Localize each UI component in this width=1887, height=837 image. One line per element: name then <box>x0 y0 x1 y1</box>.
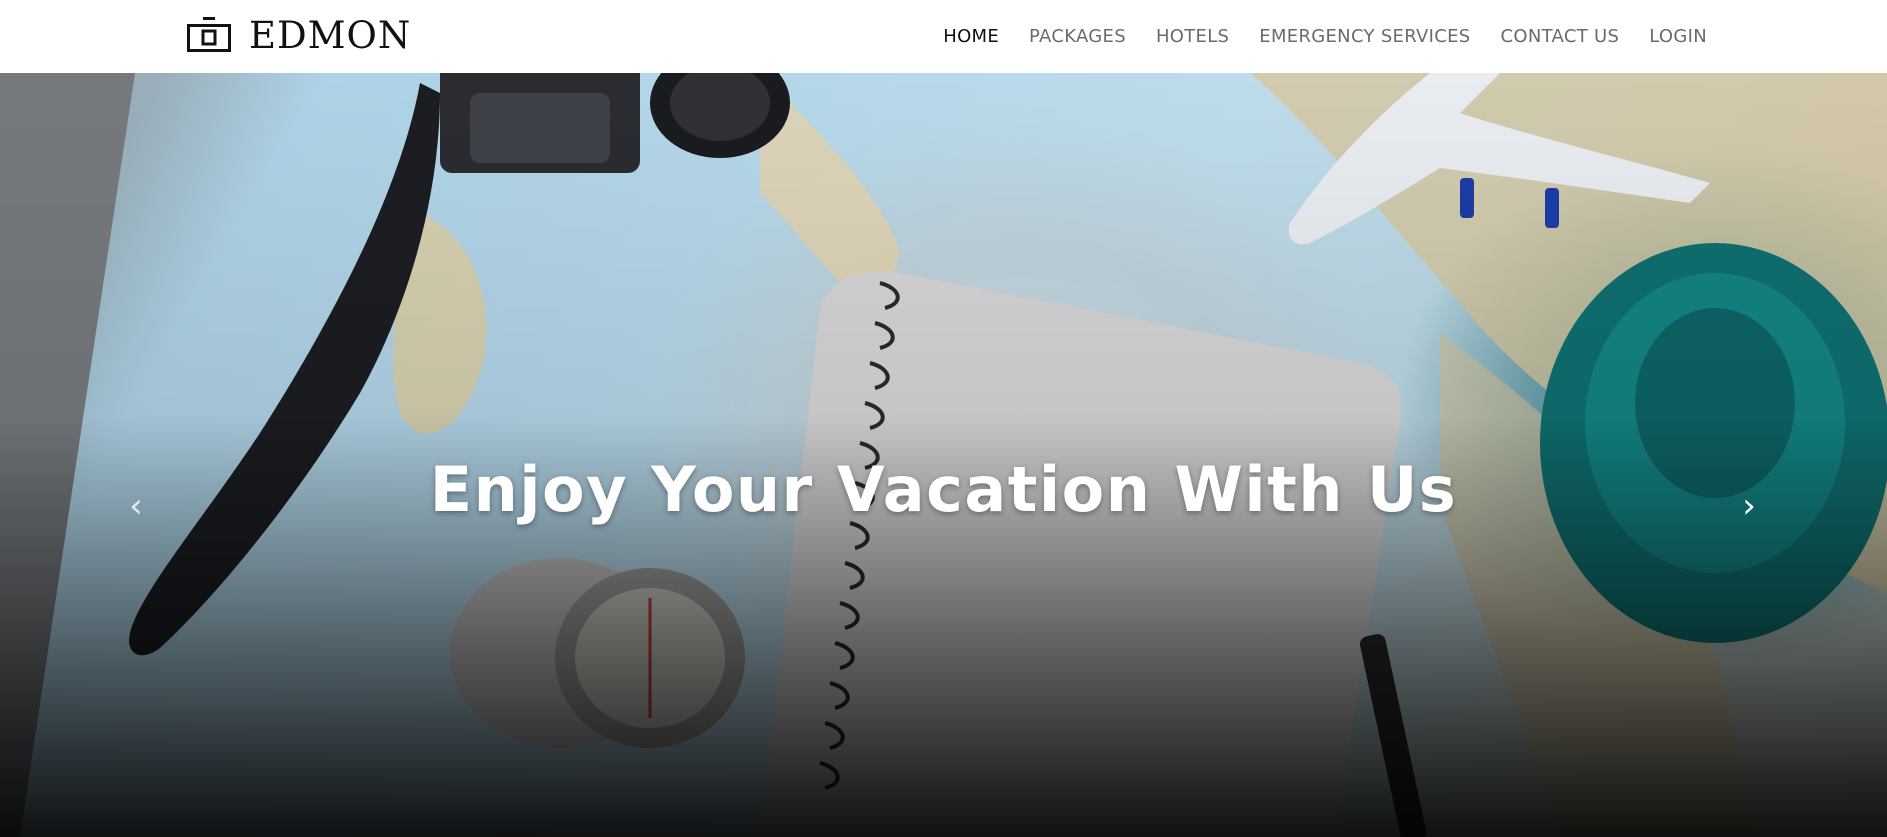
carousel-next-button[interactable]: › <box>1729 486 1769 526</box>
nav-link-home[interactable]: HOME <box>943 26 999 47</box>
nav-link-hotels[interactable]: HOTELS <box>1156 26 1229 47</box>
nav-item-packages: PACKAGES <box>1029 26 1126 47</box>
brand-name: EDMON <box>249 13 412 57</box>
nav-item-home: HOME <box>943 26 999 47</box>
main-nav: HOME PACKAGES HOTELS EMERGENCY SERVICES … <box>943 0 1707 73</box>
hero-title: Enjoy Your Vacation With Us <box>429 453 1458 526</box>
carousel-prev-button[interactable]: ‹ <box>116 486 156 526</box>
hero-carousel: Enjoy Your Vacation With Us ‹ › <box>0 73 1887 837</box>
nav-link-emergency-services[interactable]: EMERGENCY SERVICES <box>1259 26 1470 47</box>
camera-icon <box>185 16 233 54</box>
nav-item-emergency-services: EMERGENCY SERVICES <box>1259 26 1470 47</box>
navbar: EDMON HOME PACKAGES HOTELS EMERGENCY SER… <box>0 0 1887 73</box>
nav-link-packages[interactable]: PACKAGES <box>1029 26 1126 47</box>
nav-link-contact-us[interactable]: CONTACT US <box>1501 26 1620 47</box>
chevron-right-icon: › <box>1742 486 1756 526</box>
nav-item-hotels: HOTELS <box>1156 26 1229 47</box>
brand-logo-link[interactable]: EDMON <box>185 15 411 55</box>
chevron-left-icon: ‹ <box>129 486 143 526</box>
nav-link-login[interactable]: LOGIN <box>1649 26 1707 47</box>
nav-item-contact-us: CONTACT US <box>1501 26 1620 47</box>
nav-item-login: LOGIN <box>1649 26 1707 47</box>
